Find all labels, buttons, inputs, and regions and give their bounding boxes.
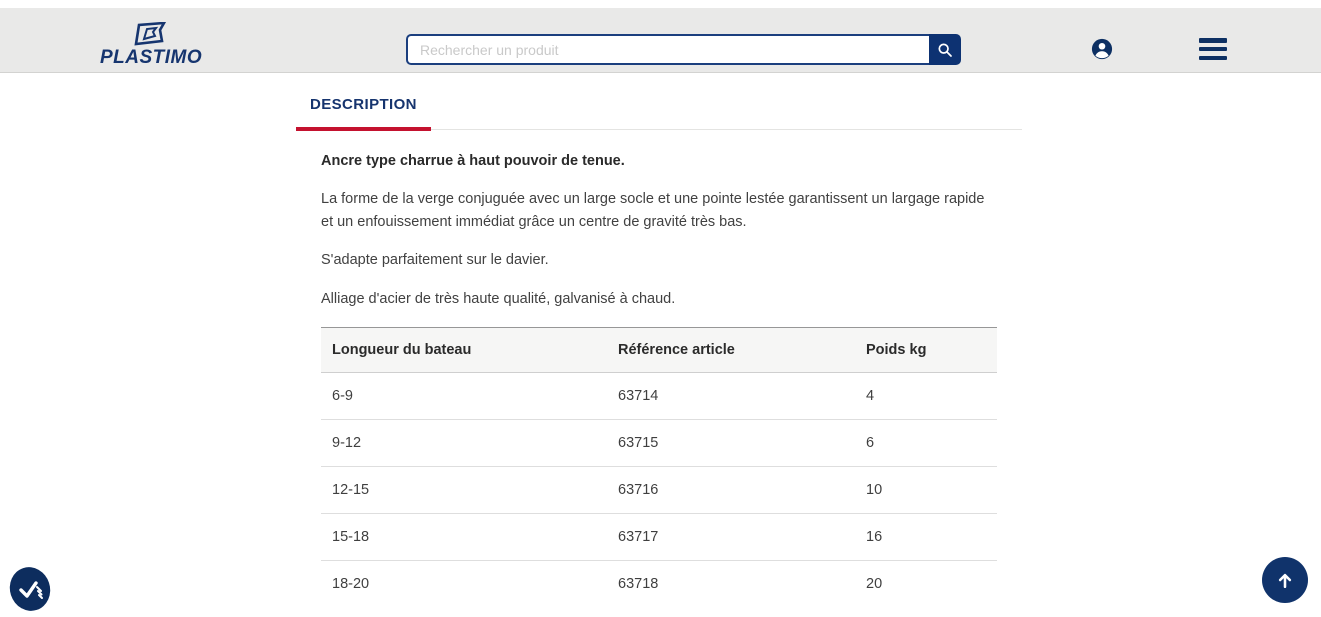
cell-boat-length: 6-9 <box>321 373 607 420</box>
product-page: PLASTIMO DESCRIPTI <box>0 0 1321 617</box>
cell-boat-length: 18-20 <box>321 561 607 608</box>
description-title: Ancre type charrue à haut pouvoir de ten… <box>321 150 997 172</box>
account-button[interactable] <box>1091 38 1113 60</box>
tab-description[interactable]: DESCRIPTION <box>296 88 431 131</box>
spec-table: Longueur du bateau Référence article Poi… <box>321 327 997 607</box>
menu-icon <box>1199 56 1227 61</box>
table-row: 15-18 63717 16 <box>321 514 997 561</box>
cell-weight: 20 <box>855 561 997 608</box>
search-icon <box>937 42 953 58</box>
cookie-consent-button[interactable] <box>8 565 53 613</box>
menu-icon <box>1199 47 1227 52</box>
cell-boat-length: 9-12 <box>321 420 607 467</box>
cell-reference: 63717 <box>607 514 855 561</box>
column-header-weight: Poids kg <box>855 328 997 373</box>
cell-boat-length: 15-18 <box>321 514 607 561</box>
menu-icon <box>1199 38 1227 43</box>
table-row: 6-9 63714 4 <box>321 373 997 420</box>
product-search-form <box>406 34 961 65</box>
cell-reference: 63718 <box>607 561 855 608</box>
account-icon <box>1091 38 1113 60</box>
column-header-boat-length: Longueur du bateau <box>321 328 607 373</box>
scroll-to-top-button[interactable] <box>1262 557 1308 603</box>
search-input[interactable] <box>406 34 929 65</box>
cell-weight: 6 <box>855 420 997 467</box>
description-paragraph: S'adapte parfaitement sur le davier. <box>321 249 997 271</box>
description-paragraph: Alliage d'acier de très haute qualité, g… <box>321 288 997 310</box>
cell-reference: 63714 <box>607 373 855 420</box>
table-row: 9-12 63715 6 <box>321 420 997 467</box>
arrow-up-icon <box>1276 571 1294 589</box>
search-button[interactable] <box>929 34 961 65</box>
product-tabbar: DESCRIPTION <box>296 88 1022 130</box>
cell-weight: 10 <box>855 467 997 514</box>
cell-boat-length: 12-15 <box>321 467 607 514</box>
plastimo-logo[interactable]: PLASTIMO <box>98 22 208 70</box>
menu-button[interactable] <box>1199 38 1227 60</box>
site-header: PLASTIMO <box>0 8 1321 73</box>
flag-logo-icon: PLASTIMO <box>98 22 208 70</box>
description-paragraph: La forme de la verge conjuguée avec un l… <box>321 188 997 233</box>
check-icon <box>8 565 53 613</box>
table-row: 12-15 63716 10 <box>321 467 997 514</box>
cell-reference: 63716 <box>607 467 855 514</box>
table-row: 18-20 63718 20 <box>321 561 997 608</box>
table-header-row: Longueur du bateau Référence article Poi… <box>321 328 997 373</box>
cell-weight: 4 <box>855 373 997 420</box>
svg-text:PLASTIMO: PLASTIMO <box>100 47 202 68</box>
cell-reference: 63715 <box>607 420 855 467</box>
cell-weight: 16 <box>855 514 997 561</box>
column-header-reference: Référence article <box>607 328 855 373</box>
